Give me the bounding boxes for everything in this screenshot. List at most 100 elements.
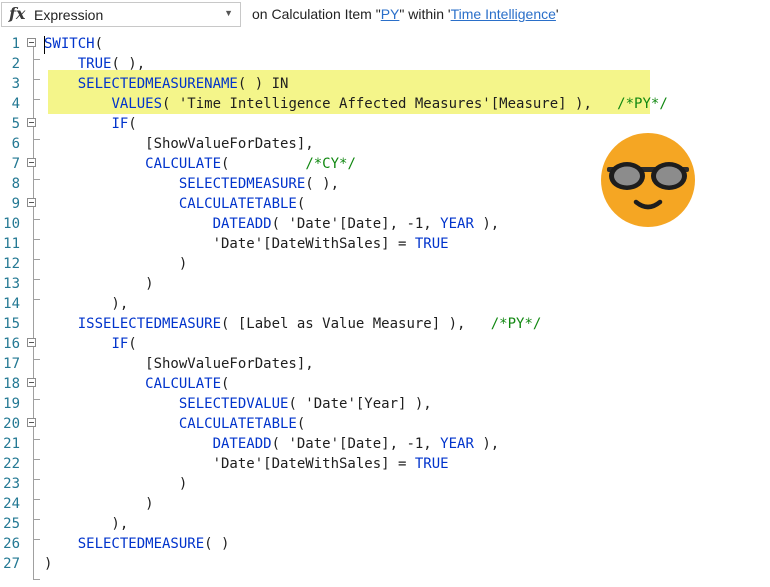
- code-line[interactable]: 24 ): [0, 494, 770, 514]
- code-text: TRUE( ),: [44, 54, 145, 74]
- text-cursor: [44, 36, 45, 54]
- code-token: (: [296, 196, 306, 212]
- line-number: 9: [11, 196, 20, 212]
- code-line[interactable]: 20 CALCULATETABLE(: [0, 414, 770, 434]
- code-line[interactable]: 21 DATEADD( 'Date'[Date], -1, YEAR ),: [0, 434, 770, 454]
- code-token: ( [Label as Value Measure] ),: [221, 316, 491, 332]
- code-text: IF(: [44, 334, 136, 354]
- code-keyword: ISSELECTEDMEASURE: [77, 316, 222, 332]
- code-line[interactable]: 25 ),: [0, 514, 770, 534]
- code-token: 'Date'[DateWithSales] =: [44, 456, 415, 472]
- code-line[interactable]: 2 TRUE( ),: [0, 54, 770, 74]
- context-label: on Calculation Item "PY" within 'Time In…: [252, 6, 559, 22]
- code-text: SELECTEDMEASURE( ): [44, 534, 230, 554]
- code-keyword: DATEADD: [212, 436, 272, 452]
- code-token: ): [44, 476, 188, 492]
- code-line[interactable]: 19 SELECTEDVALUE( 'Date'[Year] ),: [0, 394, 770, 414]
- code-line[interactable]: 26 SELECTEDMEASURE( ): [0, 534, 770, 554]
- code-line[interactable]: 1 SWITCH(: [0, 34, 770, 54]
- code-token: ): [44, 276, 154, 292]
- code-keyword: YEAR: [440, 436, 474, 452]
- code-token: ( ): [204, 536, 230, 552]
- code-keyword: SELECTEDVALUE: [178, 396, 289, 412]
- fx-icon: fx: [9, 4, 26, 23]
- line-number: 7: [11, 156, 20, 172]
- line-number: 24: [3, 496, 20, 512]
- line-number: 25: [3, 516, 20, 532]
- line-number: 13: [3, 276, 20, 292]
- line-number: 16: [3, 336, 20, 352]
- fold-guide-end: [33, 579, 40, 580]
- code-text: ),: [44, 514, 128, 534]
- property-dropdown[interactable]: fx Expression ▼: [1, 2, 241, 27]
- code-token: ( 'Date'[Date], -1,: [271, 436, 441, 452]
- context-suffix: ': [555, 6, 559, 22]
- code-line[interactable]: 4 VALUES( 'Time Intelligence Affected Me…: [0, 94, 770, 114]
- code-token: ),: [473, 216, 500, 232]
- line-number: 10: [3, 216, 20, 232]
- line-number: 15: [3, 316, 20, 332]
- line-number: 22: [3, 456, 20, 472]
- code-keyword: SELECTEDMEASURENAME: [77, 76, 238, 92]
- code-line[interactable]: 11 'Date'[DateWithSales] = TRUE: [0, 234, 770, 254]
- code-keyword: SWITCH: [44, 36, 95, 52]
- line-number: 2: [11, 56, 20, 72]
- code-line[interactable]: 18 CALCULATE(: [0, 374, 770, 394]
- code-keyword: TRUE: [414, 236, 449, 252]
- glasses-glass-right: [656, 166, 682, 186]
- line-number: 17: [3, 356, 20, 372]
- line-number: 21: [3, 436, 20, 452]
- chevron-down-icon[interactable]: ▼: [224, 8, 233, 18]
- code-text: SWITCH(: [44, 34, 103, 54]
- code-line[interactable]: 16 IF(: [0, 334, 770, 354]
- code-editor[interactable]: 1 SWITCH(2 TRUE( ), 3 SELECTEDMEASURENAME(…: [0, 32, 770, 587]
- code-token: ): [44, 496, 154, 512]
- calculation-group-link[interactable]: Time Intelligence: [451, 6, 556, 22]
- code-line[interactable]: 15 ISSELECTEDMEASURE( [Label as Value Me…: [0, 314, 770, 334]
- code-text: IF(: [44, 114, 136, 134]
- code-keyword: CALCULATETABLE: [178, 416, 297, 432]
- code-text: SELECTEDMEASURENAME( ) IN: [44, 74, 289, 94]
- line-number: 26: [3, 536, 20, 552]
- code-text: CALCULATETABLE(: [44, 194, 305, 214]
- code-comment: /*CY*/: [305, 156, 356, 172]
- code-keyword: TRUE: [77, 56, 112, 72]
- code-token: ): [44, 256, 188, 272]
- code-line[interactable]: 13 ): [0, 274, 770, 294]
- calculation-item-link[interactable]: PY: [381, 6, 400, 22]
- code-token: (: [94, 36, 104, 52]
- code-text: [ShowValueForDates],: [44, 134, 314, 154]
- line-number: 18: [3, 376, 20, 392]
- code-token: ( 'Date'[Date], -1,: [271, 216, 441, 232]
- line-number: 23: [3, 476, 20, 492]
- code-text: ): [44, 254, 187, 274]
- code-line[interactable]: 12 ): [0, 254, 770, 274]
- code-token: ( ) IN: [237, 76, 289, 92]
- code-line[interactable]: 17 [ShowValueForDates],: [0, 354, 770, 374]
- line-number: 3: [11, 76, 20, 92]
- code-line[interactable]: 3 SELECTEDMEASURENAME( ) IN: [0, 74, 770, 94]
- code-token: ): [44, 556, 53, 572]
- code-token: 'Date'[DateWithSales] =: [44, 236, 415, 252]
- code-line[interactable]: 27): [0, 554, 770, 574]
- code-line[interactable]: 14 ),: [0, 294, 770, 314]
- code-line[interactable]: 22 'Date'[DateWithSales] = TRUE: [0, 454, 770, 474]
- code-text: 'Date'[DateWithSales] = TRUE: [44, 454, 449, 474]
- code-line[interactable]: 23 ): [0, 474, 770, 494]
- code-text: SELECTEDMEASURE( ),: [44, 174, 339, 194]
- code-text: SELECTEDVALUE( 'Date'[Year] ),: [44, 394, 432, 414]
- code-token: ),: [44, 516, 129, 532]
- code-keyword: DATEADD: [212, 216, 272, 232]
- code-keyword: CALCULATE: [145, 156, 222, 172]
- line-number: 20: [3, 416, 20, 432]
- line-number: 6: [11, 136, 20, 152]
- code-keyword: SELECTEDMEASURE: [178, 176, 306, 192]
